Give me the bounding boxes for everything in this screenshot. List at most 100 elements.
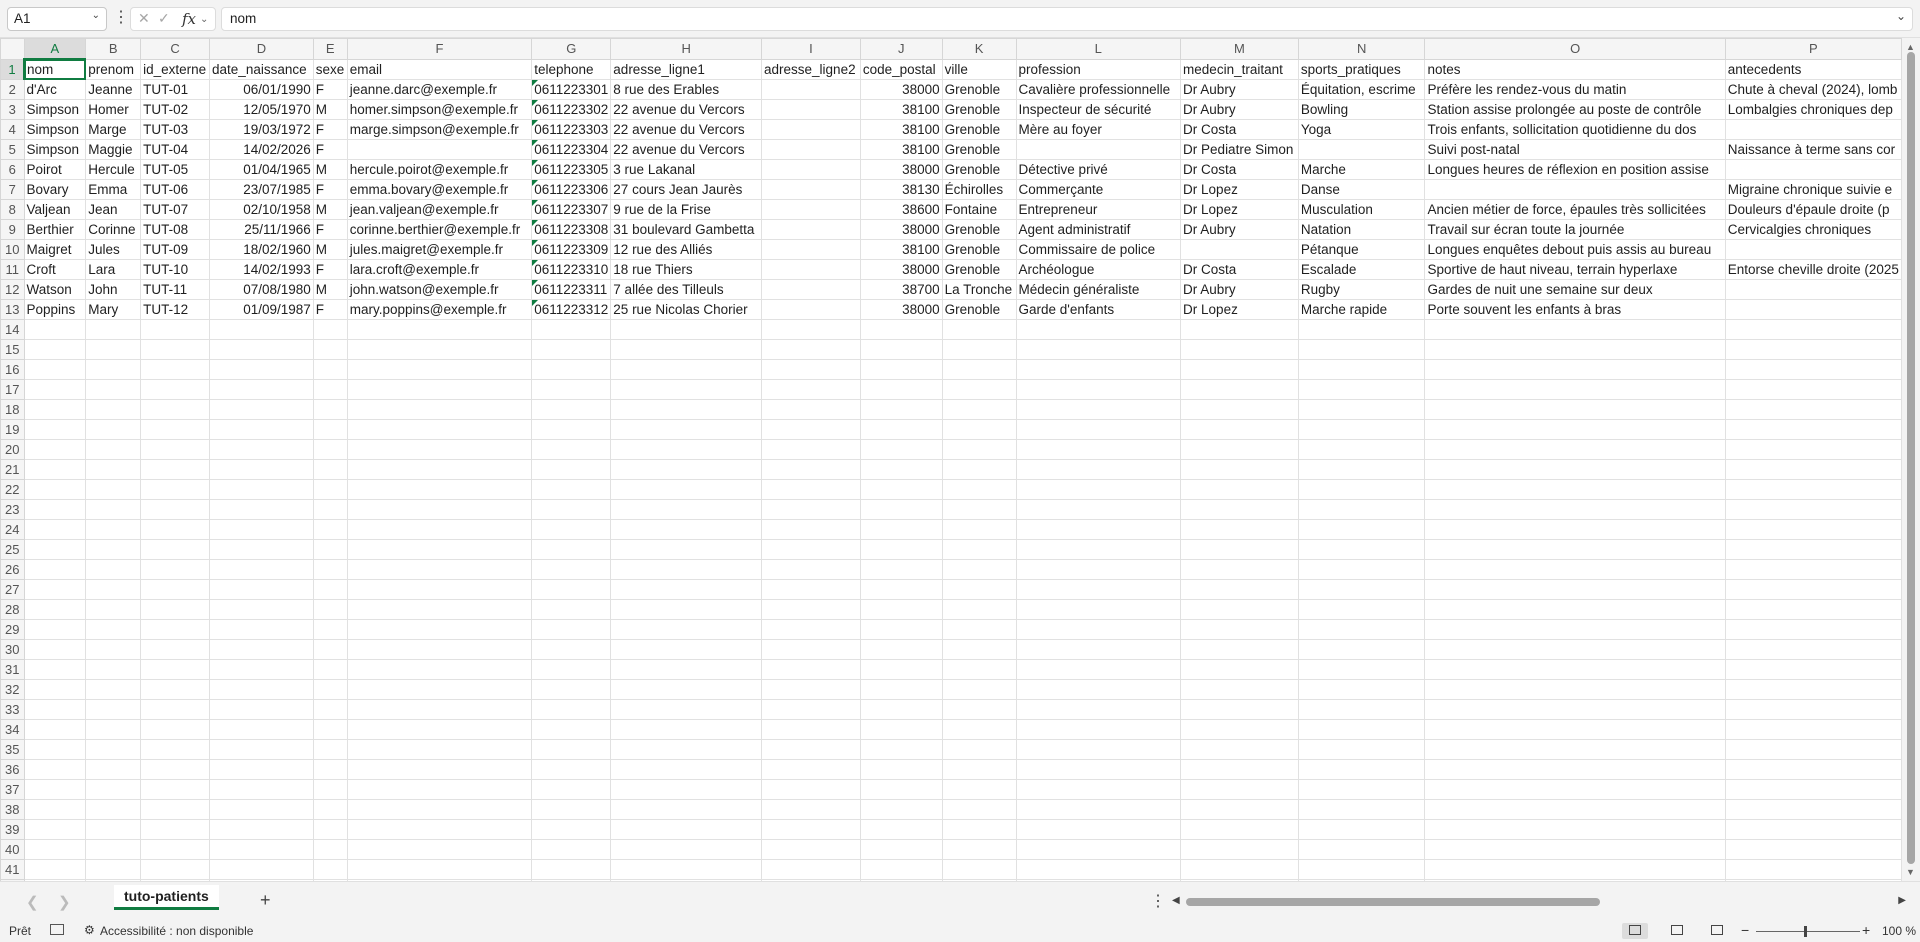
cell-c20[interactable] <box>140 439 211 460</box>
row-header[interactable]: 17 <box>0 379 25 400</box>
cell-o23[interactable] <box>1424 499 1726 520</box>
cell-j3[interactable]: 38100 <box>859 99 943 120</box>
column-header-p[interactable]: P <box>1724 38 1902 60</box>
cell-j27[interactable] <box>859 579 943 600</box>
cell-b33[interactable] <box>85 699 142 720</box>
cell-i39[interactable] <box>761 819 861 840</box>
cell-h25[interactable] <box>610 539 763 560</box>
cell-m26[interactable] <box>1180 559 1299 580</box>
cell-a13[interactable]: Poppins <box>23 299 87 320</box>
cell-e39[interactable] <box>312 819 348 840</box>
cell-j26[interactable] <box>859 559 943 580</box>
cell-h7[interactable]: 27 cours Jean Jaurès <box>610 179 763 200</box>
cell-o38[interactable] <box>1424 799 1726 820</box>
cell-b5[interactable]: Maggie <box>85 139 142 160</box>
cell-i38[interactable] <box>761 799 861 820</box>
row-header[interactable]: 26 <box>0 559 25 580</box>
cell-h18[interactable] <box>610 399 763 420</box>
column-header-m[interactable]: M <box>1180 38 1299 60</box>
cell-p6[interactable] <box>1724 159 1902 180</box>
cell-o13[interactable]: Porte souvent les enfants à bras <box>1424 299 1726 320</box>
cell-j1[interactable]: code_postal <box>859 58 943 80</box>
cell-k26[interactable] <box>941 559 1017 580</box>
cell-i36[interactable] <box>761 759 861 780</box>
cell-g4[interactable]: 0611223303 <box>531 119 612 140</box>
cell-i25[interactable] <box>761 539 861 560</box>
cell-e18[interactable] <box>312 399 348 420</box>
cell-c9[interactable]: TUT-08 <box>140 219 211 240</box>
cell-o41[interactable] <box>1424 859 1726 880</box>
cell-n22[interactable] <box>1297 479 1426 500</box>
cell-n6[interactable]: Marche <box>1297 159 1426 180</box>
cell-n15[interactable] <box>1297 339 1426 360</box>
cell-n4[interactable]: Yoga <box>1297 119 1426 140</box>
cell-k21[interactable] <box>941 459 1017 480</box>
more-options-icon[interactable]: ⋮ <box>113 8 129 28</box>
cell-p30[interactable] <box>1724 639 1902 660</box>
row-header[interactable]: 12 <box>0 279 25 300</box>
cell-c1[interactable]: id_externe <box>140 58 211 80</box>
cell-e29[interactable] <box>312 619 348 640</box>
cell-n33[interactable] <box>1297 699 1426 720</box>
cell-j10[interactable]: 38100 <box>859 239 943 260</box>
cell-d38[interactable] <box>209 799 314 820</box>
cell-j34[interactable] <box>859 719 943 740</box>
cell-c6[interactable]: TUT-05 <box>140 159 211 180</box>
cell-j32[interactable] <box>859 679 943 700</box>
cell-f25[interactable] <box>346 539 533 560</box>
cell-o20[interactable] <box>1424 439 1726 460</box>
cell-a5[interactable]: Simpson <box>23 139 87 160</box>
cell-k9[interactable]: Grenoble <box>941 219 1017 240</box>
row-header[interactable]: 32 <box>0 679 25 700</box>
cell-c33[interactable] <box>140 699 211 720</box>
cell-l24[interactable] <box>1015 519 1182 540</box>
cell-f38[interactable] <box>346 799 533 820</box>
row-header[interactable]: 1 <box>0 58 25 80</box>
cell-a38[interactable] <box>23 799 87 820</box>
cell-e14[interactable] <box>312 319 348 340</box>
cell-c4[interactable]: TUT-03 <box>140 119 211 140</box>
cell-f19[interactable] <box>346 419 533 440</box>
cell-k6[interactable]: Grenoble <box>941 159 1017 180</box>
cell-c13[interactable]: TUT-12 <box>140 299 211 320</box>
cell-b37[interactable] <box>85 779 142 800</box>
cell-f9[interactable]: corinne.berthier@exemple.fr <box>346 219 533 240</box>
cell-c32[interactable] <box>140 679 211 700</box>
cell-a22[interactable] <box>23 479 87 500</box>
cell-d10[interactable]: 18/02/1960 <box>209 239 314 260</box>
cell-d11[interactable]: 14/02/1993 <box>209 259 314 280</box>
cell-a17[interactable] <box>23 379 87 400</box>
cell-c41[interactable] <box>140 859 211 880</box>
cell-l4[interactable]: Mère au foyer <box>1015 119 1182 140</box>
cell-g36[interactable] <box>531 759 612 780</box>
cell-b27[interactable] <box>85 579 142 600</box>
cell-f35[interactable] <box>346 739 533 760</box>
cell-o37[interactable] <box>1424 779 1726 800</box>
cell-m19[interactable] <box>1180 419 1299 440</box>
cell-j13[interactable]: 38000 <box>859 299 943 320</box>
zoom-out-button[interactable]: − <box>1741 922 1749 938</box>
cell-d41[interactable] <box>209 859 314 880</box>
cell-a7[interactable]: Bovary <box>23 179 87 200</box>
accessibility-icon[interactable]: ⚙ <box>84 923 95 937</box>
cell-f29[interactable] <box>346 619 533 640</box>
cell-d39[interactable] <box>209 819 314 840</box>
cell-p15[interactable] <box>1724 339 1902 360</box>
cell-h10[interactable]: 12 rue des Alliés <box>610 239 763 260</box>
cell-l13[interactable]: Garde d'enfants <box>1015 299 1182 320</box>
cell-b20[interactable] <box>85 439 142 460</box>
cell-a30[interactable] <box>23 639 87 660</box>
cell-p27[interactable] <box>1724 579 1902 600</box>
cell-e22[interactable] <box>312 479 348 500</box>
cell-o9[interactable]: Travail sur écran toute la journée <box>1424 219 1726 240</box>
cell-c8[interactable]: TUT-07 <box>140 199 211 220</box>
cell-g11[interactable]: 0611223310 <box>531 259 612 280</box>
normal-view-button[interactable] <box>1622 923 1648 939</box>
cell-l15[interactable] <box>1015 339 1182 360</box>
row-header[interactable]: 9 <box>0 219 25 240</box>
cell-d31[interactable] <box>209 659 314 680</box>
cell-g12[interactable]: 0611223311 <box>531 279 612 300</box>
cell-i37[interactable] <box>761 779 861 800</box>
row-header[interactable]: 25 <box>0 539 25 560</box>
cell-o32[interactable] <box>1424 679 1726 700</box>
